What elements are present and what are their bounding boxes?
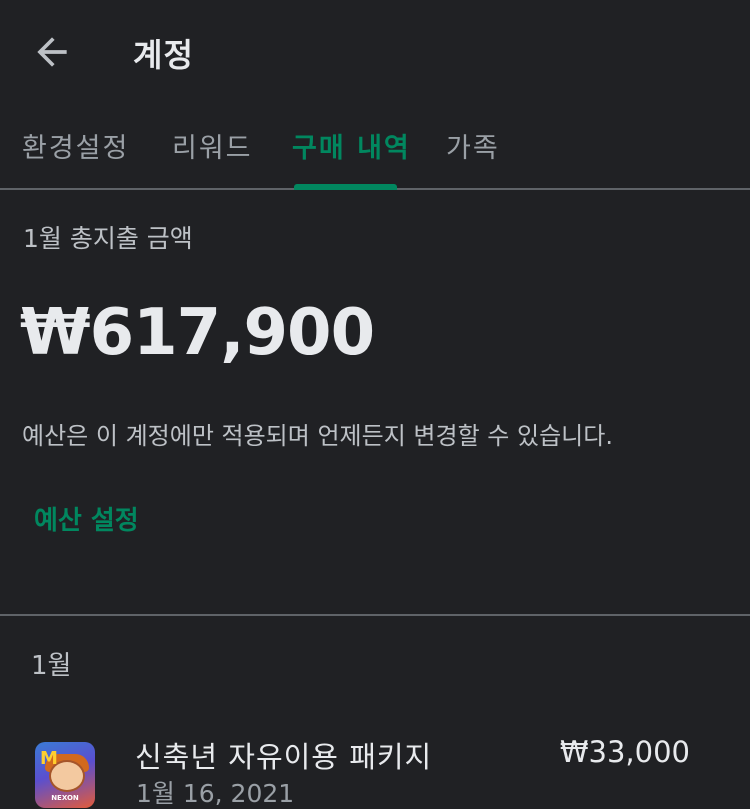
- page-title: 계정: [133, 36, 194, 74]
- app-icon: M NEXON: [35, 742, 95, 808]
- tab-purchase-history[interactable]: 구매 내역: [292, 126, 411, 165]
- back-button[interactable]: [30, 30, 74, 74]
- icon-letter: M: [40, 748, 58, 769]
- section-divider: [0, 614, 750, 616]
- purchase-price: ₩33,000: [559, 735, 690, 769]
- app-bar: 계정: [0, 0, 750, 100]
- arrow-left-icon: [37, 37, 67, 67]
- active-tab-indicator: [294, 184, 397, 190]
- tab-rewards[interactable]: 리워드: [172, 126, 253, 165]
- monthly-total-amount: ₩617,900: [20, 296, 375, 370]
- purchase-list-item[interactable]: M NEXON 신축년 자유이용 패키지 1월 16, 2021 ₩33,000: [0, 730, 750, 809]
- monthly-total-label: 1월 총지출 금액: [23, 224, 193, 253]
- tab-family[interactable]: 가족: [446, 126, 500, 165]
- set-budget-button[interactable]: 예산 설정: [34, 500, 139, 537]
- purchase-title: 신축년 자유이용 패키지: [135, 740, 433, 774]
- budget-description: 예산은 이 계정에만 적용되며 언제든지 변경할 수 있습니다.: [22, 422, 613, 450]
- month-header: 1월: [31, 651, 72, 681]
- tab-bar: 환경설정 리워드 구매 내역 가족: [0, 118, 750, 190]
- icon-brand-text: NEXON: [51, 794, 79, 802]
- purchase-date: 1월 16, 2021: [136, 779, 295, 808]
- tab-settings[interactable]: 환경설정: [22, 126, 129, 165]
- account-screen: 계정 환경설정 리워드 구매 내역 가족 1월 총지출 금액 ₩617,900 …: [0, 0, 750, 809]
